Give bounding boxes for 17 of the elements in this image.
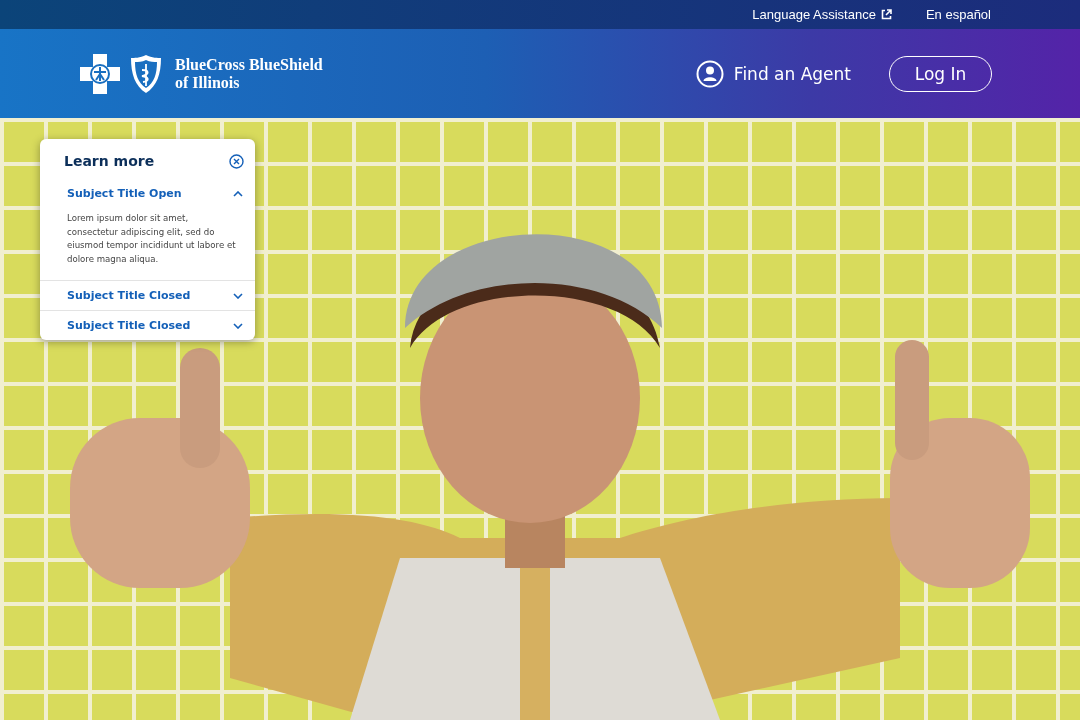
find-agent-link[interactable]: Find an Agent <box>695 59 851 88</box>
person-circle-icon <box>695 59 724 88</box>
panel-title: Learn more <box>64 153 155 169</box>
shield-logo-icon <box>129 53 163 94</box>
accordion-header[interactable]: Subject Title Closed <box>67 289 243 302</box>
logo-name: BlueCross BlueShield <box>175 55 323 74</box>
accordion-header[interactable]: Subject Title Closed <box>67 319 243 332</box>
cross-logo-icon <box>80 53 121 94</box>
close-button[interactable] <box>229 153 244 169</box>
section-text: Lorem ipsum dolor sit amet, consectetur adipiscing elit, sed do eiusmod tempor incididunt ut labore et dolore magna aliqua. <box>67 212 237 266</box>
logo-region: of Illinois <box>175 73 241 92</box>
chevron-down-icon <box>233 322 243 329</box>
chevron-up-icon <box>233 190 243 197</box>
utility-link[interactable]: Language Assistance <box>752 7 892 22</box>
accordion-header[interactable]: Subject Title Open <box>67 187 243 200</box>
utility-link[interactable]: En español <box>925 7 991 22</box>
chevron-down-icon <box>233 292 243 299</box>
